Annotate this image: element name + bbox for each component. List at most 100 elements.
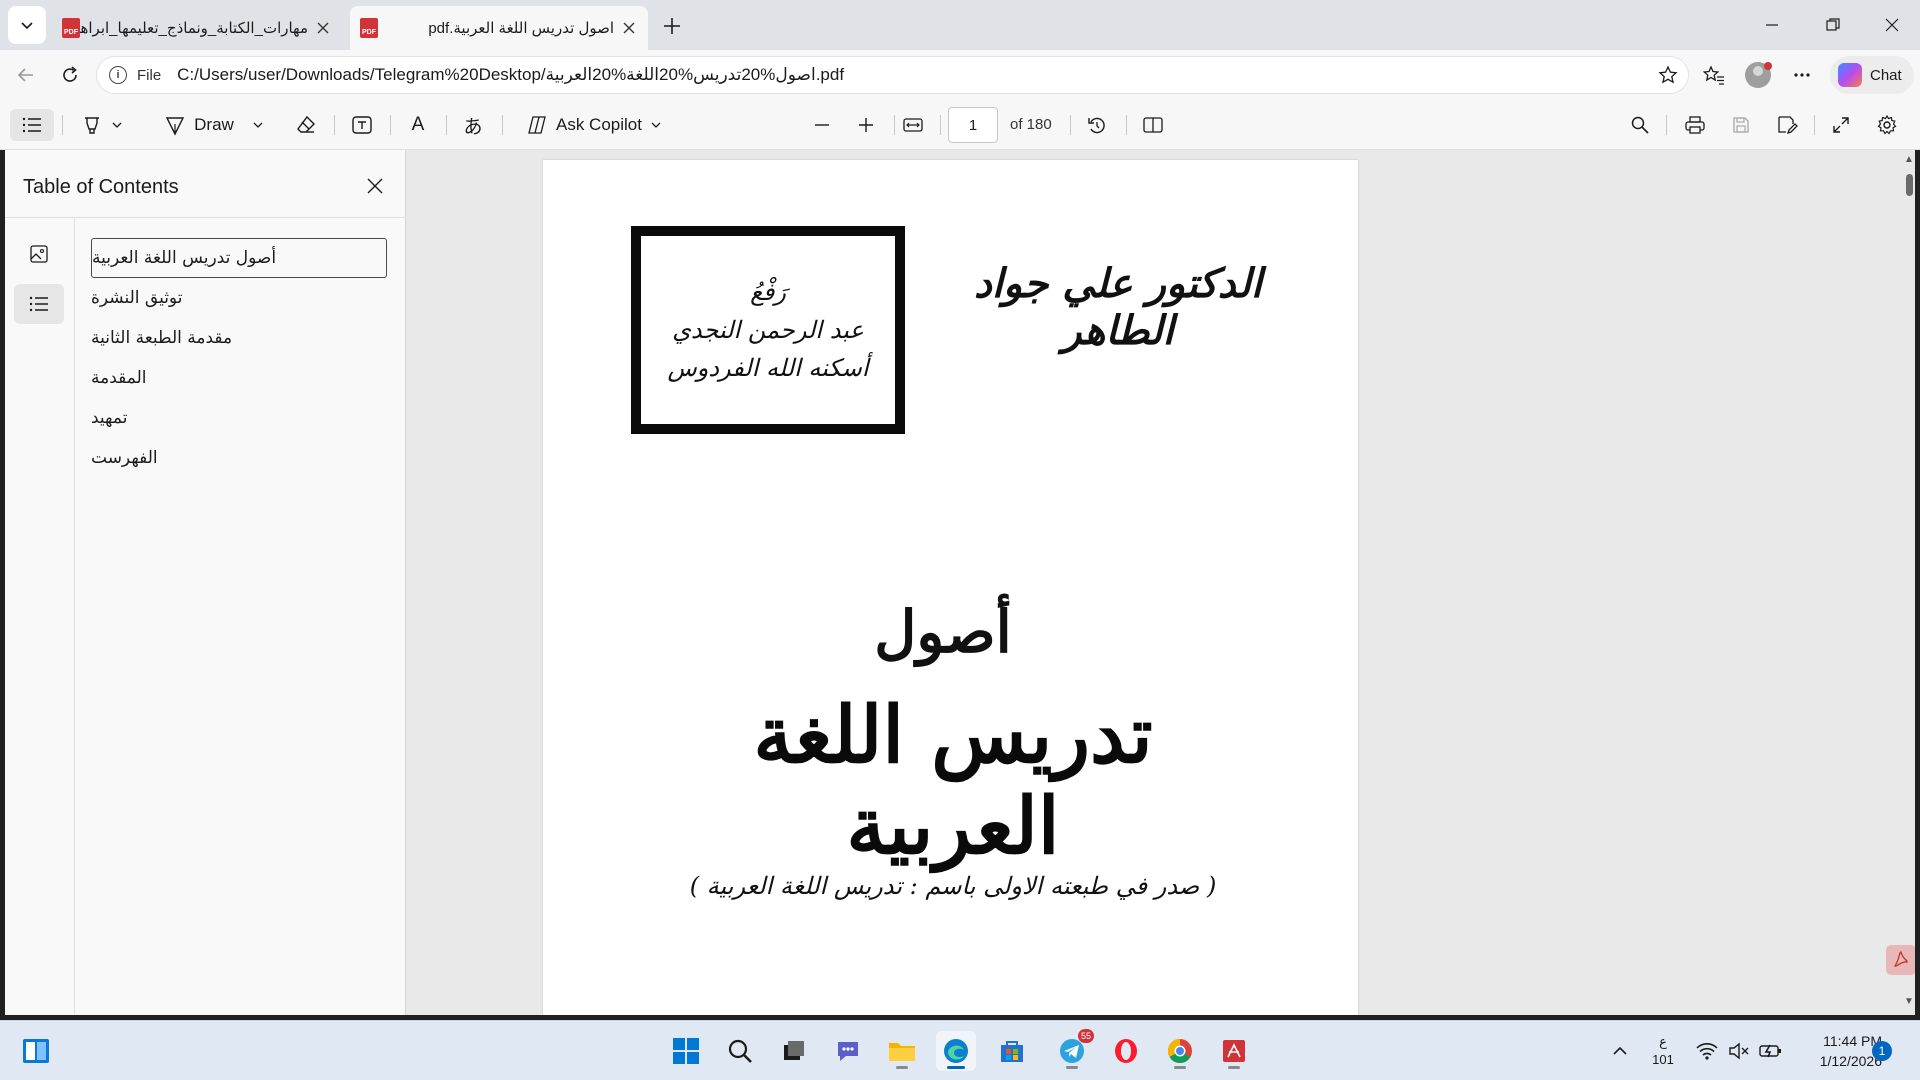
print-button[interactable] (1678, 109, 1712, 141)
erase-button[interactable] (290, 109, 322, 141)
highlighter-icon (85, 117, 99, 134)
vertical-scrollbar[interactable]: ▲ ▼ (1904, 150, 1915, 1015)
widgets-button[interactable] (16, 1031, 56, 1071)
start-button[interactable] (666, 1031, 706, 1071)
gear-icon (1877, 114, 1897, 135)
stamp-line: أسكنه الله الفردوس (667, 354, 869, 382)
toc-item[interactable]: المقدمة (91, 358, 387, 398)
wifi-status[interactable] (1692, 1031, 1722, 1071)
zoom-in-button[interactable] (850, 109, 882, 141)
toc-item[interactable]: أصول تدريس اللغة العربية (91, 238, 387, 278)
toc-close-button[interactable] (361, 172, 389, 200)
scroll-up-arrow[interactable]: ▲ (1904, 154, 1914, 165)
pdf-app-button[interactable] (1214, 1031, 1254, 1071)
save-as-button[interactable] (1770, 109, 1804, 141)
copilot-chat-button[interactable]: Chat (1830, 56, 1914, 94)
input-language-indicator[interactable]: ع 101 (1650, 1033, 1676, 1069)
page-view-button[interactable] (1136, 109, 1170, 141)
notification-center-badge[interactable]: 1 (1872, 1041, 1892, 1061)
task-view-button[interactable] (774, 1031, 814, 1071)
favorite-star-button[interactable] (1658, 65, 1678, 90)
rotate-button[interactable] (1080, 109, 1114, 141)
author-name: الدكتور علي جواد الطاهر (973, 260, 1262, 354)
fit-width-button[interactable] (896, 109, 930, 141)
tab-actions-menu-button[interactable] (8, 6, 46, 44)
chrome-icon (1167, 1039, 1192, 1064)
opera-button[interactable] (1106, 1031, 1146, 1071)
page-number-input[interactable] (948, 107, 998, 143)
library-stamp: رَفْعُ عبد الرحمن النجدي أسكنه الله الفر… (631, 226, 905, 434)
favorites-button[interactable] (1698, 59, 1730, 91)
refresh-button[interactable] (54, 59, 86, 91)
scroll-thumb[interactable] (1906, 174, 1913, 196)
volume-status[interactable] (1724, 1031, 1754, 1071)
restore-icon (1826, 18, 1840, 31)
keyboard-layout-code: 101 (1652, 1052, 1674, 1067)
file-explorer-button[interactable] (882, 1031, 922, 1071)
read-aloud-button[interactable]: A (402, 109, 434, 141)
settings-button[interactable] (1870, 109, 1904, 141)
tab-close-button[interactable] (314, 19, 332, 37)
chat-label: Chat (1870, 66, 1902, 84)
outline-tab[interactable] (14, 284, 64, 324)
copilot-icon (1838, 63, 1862, 87)
toc-item[interactable]: توثيق النشرة (91, 278, 387, 318)
ask-copilot-button[interactable]: Ask Copilot (516, 109, 672, 141)
save-as-icon (1778, 116, 1798, 135)
toc-item[interactable]: تمهيد (91, 398, 387, 438)
system-clock[interactable]: 11:44 PM 1/12/2026 (1792, 1031, 1882, 1071)
more-menu-button[interactable] (1786, 59, 1818, 91)
highlight-button[interactable] (74, 109, 130, 141)
stamp-line: رَفْعُ (750, 278, 786, 306)
tab-close-button[interactable] (620, 19, 638, 37)
minimize-button[interactable] (1744, 0, 1800, 50)
save-button[interactable] (1724, 109, 1758, 141)
draw-button[interactable]: Draw (156, 109, 272, 141)
tab-arabic-teaching[interactable]: PDF اصول تدريس اللغة العربية.pdf (350, 6, 648, 50)
new-tab-button[interactable] (656, 10, 688, 42)
content-area: Table of Contents أصول تدريس اللغة العرب… (5, 150, 1915, 1015)
find-button[interactable] (1624, 109, 1656, 141)
search-icon (1631, 116, 1649, 134)
expand-icon (1833, 117, 1849, 133)
thumbnails-tab[interactable] (14, 234, 64, 274)
chevron-down-icon (112, 122, 122, 128)
telegram-button[interactable]: 55 (1052, 1029, 1094, 1071)
toc-panel: Table of Contents أصول تدريس اللغة العرب… (5, 150, 406, 1015)
translate-button[interactable]: あ (456, 109, 490, 141)
toc-item[interactable]: مقدمة الطبعة الثانية (91, 318, 387, 358)
chrome-button[interactable] (1160, 1031, 1200, 1071)
battery-status[interactable] (1756, 1031, 1786, 1071)
toc-item[interactable]: الفهرست (91, 438, 387, 478)
toc-toggle-button[interactable] (10, 109, 54, 141)
zoom-out-button[interactable] (806, 109, 838, 141)
star-icon (1658, 65, 1678, 84)
translate-icon: あ (463, 116, 483, 138)
fit-width-icon (903, 118, 923, 132)
pdf-viewer[interactable]: رَفْعُ عبد الرحمن النجدي أسكنه الله الفر… (407, 150, 1915, 1015)
toc-rail (5, 218, 75, 1015)
tab-strip: PDF مهارات_الكتابة_ونماذج_تعليمها_ابراهي… (0, 0, 1920, 50)
add-text-button[interactable] (346, 109, 378, 141)
fullscreen-button[interactable] (1824, 109, 1858, 141)
printer-icon (1685, 116, 1705, 134)
draw-label: Draw (194, 115, 234, 134)
close-window-button[interactable] (1864, 0, 1920, 50)
read-aloud-icon: A (411, 114, 425, 135)
show-hidden-icons-button[interactable] (1600, 1031, 1640, 1071)
tab-title: مهارات_الكتابة_ونماذج_تعليمها_ابراهيم (80, 20, 308, 37)
pdf-app-icon (1223, 1040, 1245, 1062)
restore-button[interactable] (1805, 0, 1861, 50)
clock-date: 1/12/2026 (1819, 1053, 1882, 1069)
address-input[interactable]: i File C:/Users/user/Downloads/Telegram%… (96, 56, 1689, 94)
info-icon[interactable]: i (109, 66, 127, 84)
scroll-down-arrow[interactable]: ▼ (1904, 996, 1914, 1007)
chat-app-button[interactable] (828, 1031, 868, 1071)
tab-writing-skills[interactable]: PDF مهارات_الكتابة_ونماذج_تعليمها_ابراهي… (52, 6, 342, 50)
profile-button[interactable] (1742, 59, 1774, 91)
back-button[interactable] (10, 59, 42, 91)
search-button[interactable] (720, 1031, 760, 1071)
toc-header: Table of Contents (5, 150, 406, 218)
store-button[interactable] (992, 1031, 1032, 1071)
edge-button[interactable] (936, 1031, 976, 1071)
